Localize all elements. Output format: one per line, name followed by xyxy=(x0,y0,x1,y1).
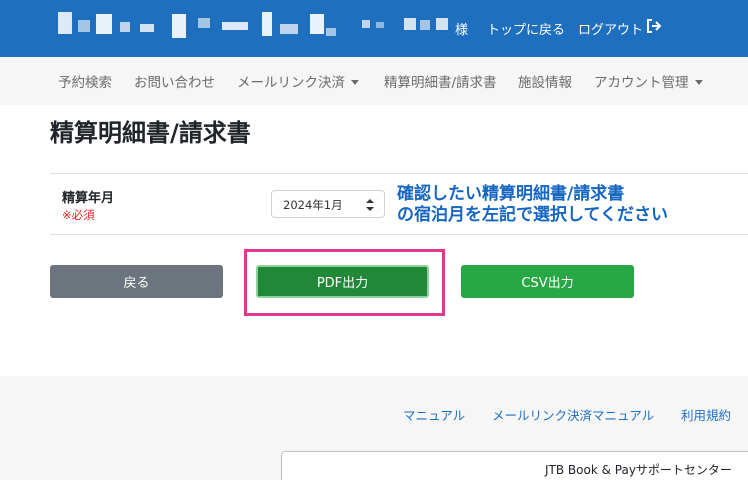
divider xyxy=(50,173,748,174)
top-header-bar: 様 トップに戻る ログアウト xyxy=(0,0,748,57)
footer-link-terms[interactable]: 利用規約 xyxy=(681,405,731,424)
csv-output-button[interactable]: CSV出力 xyxy=(461,265,634,298)
nav-item-facility-info[interactable]: 施設情報 xyxy=(518,71,572,91)
nav-item-contact[interactable]: お問い合わせ xyxy=(134,71,215,91)
chevron-down-icon xyxy=(694,80,703,85)
field-label-settlement-month: 精算年月 xyxy=(62,191,115,206)
highlight-annotation-box xyxy=(244,249,445,316)
month-select[interactable]: 2024年1月 xyxy=(271,190,385,218)
main-nav: 予約検索 お問い合わせ メールリンク決済 精算明細書/請求書 施設情報 アカウン… xyxy=(0,57,748,105)
user-suffix: 様 xyxy=(455,23,469,38)
instruction-line-2: の宿泊月を左記で選択してください xyxy=(397,205,668,225)
nav-item-account-management[interactable]: アカウント管理 xyxy=(594,71,703,91)
nav-item-mail-link-payment[interactable]: メールリンク決済 xyxy=(237,71,359,91)
logout-link[interactable]: ログアウト xyxy=(578,19,643,38)
instruction-line-1: 確認したい精算明細書/請求書 xyxy=(397,184,625,204)
logout-icon[interactable] xyxy=(646,18,662,34)
back-to-top-link[interactable]: トップに戻る xyxy=(487,19,565,38)
back-button[interactable]: 戻る xyxy=(50,265,223,298)
updown-arrows-icon xyxy=(366,199,374,211)
footer-link-mail-link-manual[interactable]: メールリンク決済マニュアル xyxy=(492,405,654,424)
chevron-down-icon xyxy=(351,80,359,85)
footer-link-manual[interactable]: マニュアル xyxy=(403,405,465,424)
page-title: 精算明細書/請求書 xyxy=(50,119,251,147)
required-label: ※必須 xyxy=(62,208,95,222)
month-select-value: 2024年1月 xyxy=(283,198,343,212)
support-center-label: JTB Book & Payサポートセンター xyxy=(545,463,732,477)
instruction-text: 確認したい精算明細書/請求書 の宿泊月を左記で選択してください xyxy=(397,184,668,226)
nav-item-reservation-search[interactable]: 予約検索 xyxy=(58,71,112,91)
nav-item-statements[interactable]: 精算明細書/請求書 xyxy=(384,71,497,91)
divider xyxy=(50,234,748,235)
